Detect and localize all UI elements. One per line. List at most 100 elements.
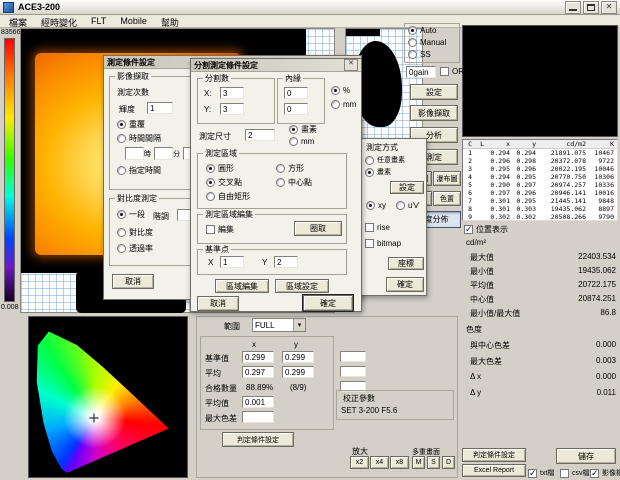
minute-field[interactable] xyxy=(154,147,173,160)
menu-help[interactable]: 幫助 xyxy=(154,15,186,27)
radio-transmittance[interactable]: 透過率 xyxy=(117,243,153,254)
radio-circle[interactable]: 圓形 xyxy=(206,163,234,174)
multi-d-button[interactable]: D xyxy=(442,456,455,469)
close-icon[interactable] xyxy=(344,59,358,71)
radio-mm-unit[interactable]: mm xyxy=(289,137,314,146)
zoom-x8-button[interactable]: x8 xyxy=(390,456,409,469)
radio-icon xyxy=(206,192,215,201)
menu-mobile[interactable]: Mobile xyxy=(113,15,154,27)
radio-specified-time[interactable]: 指定時間 xyxy=(117,165,161,176)
aux-field-1[interactable] xyxy=(340,351,366,362)
stat-value: 0.000 xyxy=(596,372,616,381)
measure-cancel-button[interactable]: 取消 xyxy=(112,274,154,289)
secondary-image-view[interactable] xyxy=(462,25,618,137)
judge-condition-button-2[interactable]: 判定條件設定 xyxy=(222,432,294,447)
menu-flt[interactable]: FLT xyxy=(84,15,113,27)
pick-button[interactable]: 圈取 xyxy=(294,221,342,236)
waterfall-button[interactable]: 瀑布圖 xyxy=(433,171,461,186)
maximize-icon[interactable] xyxy=(583,1,599,14)
radio-pixel[interactable]: 畫素 xyxy=(365,167,391,177)
radio-uv[interactable]: u'v' xyxy=(396,201,420,210)
stat-label: 平均值 xyxy=(470,280,494,291)
position-display-checkbox[interactable]: 位置表示 xyxy=(464,224,508,235)
y-division-field[interactable]: 3 xyxy=(220,103,244,115)
luminance-count-field[interactable]: 1 xyxy=(147,102,173,114)
radio-ss-label: SS xyxy=(420,50,431,59)
excel-report-button[interactable]: Excel Report xyxy=(462,464,526,477)
radio-interval[interactable]: 時間間隔 xyxy=(117,133,161,144)
y-inner-field[interactable]: 0 xyxy=(284,103,308,115)
image-file-checkbox[interactable]: 影像檔 xyxy=(590,468,620,478)
capture-button[interactable]: 影像擷取 xyxy=(410,105,458,121)
reference-y-field[interactable]: 0.299 xyxy=(282,351,314,363)
zoom-x2-button[interactable]: x2 xyxy=(350,456,369,469)
csv-file-checkbox[interactable]: csv檔 xyxy=(560,468,590,478)
aux-field-2[interactable] xyxy=(340,366,366,377)
base-x-field[interactable]: 1 xyxy=(220,256,244,268)
close-icon[interactable] xyxy=(601,1,617,14)
measure-size-field[interactable]: 2 xyxy=(245,129,275,141)
hour-field[interactable] xyxy=(125,147,144,160)
zoom-x4-button[interactable]: x4 xyxy=(370,456,389,469)
judge-condition-button[interactable]: 判定條件設定 xyxy=(462,448,526,462)
multi-s-button[interactable]: S xyxy=(427,456,440,469)
save-button[interactable]: 儲存 xyxy=(556,448,616,464)
split-ok-button[interactable]: 確定 xyxy=(303,295,353,311)
dialog-title-bar[interactable]: 分割測定條件設定 xyxy=(191,59,361,72)
chevron-down-icon[interactable] xyxy=(293,319,305,331)
menu-file[interactable]: 檔案 xyxy=(2,15,34,27)
txt-file-checkbox[interactable]: txt檔 xyxy=(528,468,554,478)
radio-contrast[interactable]: 對比度 xyxy=(117,227,153,238)
range-select[interactable]: FULL xyxy=(252,318,306,332)
set-button[interactable]: 設定 xyxy=(410,84,458,100)
chroma-section-title: 色度 xyxy=(466,324,482,335)
method-title: 測定方式 xyxy=(366,142,398,153)
multi-m-button[interactable]: M xyxy=(412,456,425,469)
cie-diagram[interactable] xyxy=(28,316,188,478)
base-y-field[interactable]: 2 xyxy=(274,256,298,268)
radio-any-pixel[interactable]: 任意畫素 xyxy=(365,155,405,165)
area-set-button[interactable]: 區域設定 xyxy=(275,279,329,293)
radio-auto[interactable]: Auto xyxy=(408,26,436,35)
method-ok-button[interactable]: 確定 xyxy=(386,277,424,292)
area-edit-button[interactable]: 區域編集 xyxy=(215,279,269,293)
radio-center-point[interactable]: 中心點 xyxy=(276,177,312,188)
stat-value: 0.000 xyxy=(596,340,616,351)
radio-overlap[interactable]: 重覆 xyxy=(117,119,145,130)
radio-one-step[interactable]: 一段 xyxy=(117,209,145,220)
radio-free-rect[interactable]: 自由矩形 xyxy=(206,191,250,202)
minimize-icon[interactable] xyxy=(565,1,581,14)
x-inner-field[interactable]: 0 xyxy=(284,87,308,99)
gain-field[interactable]: 0gain xyxy=(406,66,436,78)
any-pixel-label: 任意畫素 xyxy=(377,155,405,165)
radio-ss[interactable]: SS xyxy=(408,50,431,59)
radio-square[interactable]: 方形 xyxy=(276,163,304,174)
measure-table[interactable]: CLxycd/m2K10.2940.29421891.0751046720.29… xyxy=(462,139,618,221)
radio-percent[interactable]: % xyxy=(331,86,350,95)
split-cancel-button[interactable]: 取消 xyxy=(197,296,239,311)
method-set-button[interactable]: 設定 xyxy=(390,181,424,194)
or-checkbox[interactable]: OR xyxy=(440,67,464,76)
table-header-row: CLxycd/m2K xyxy=(463,140,617,149)
rise-checkbox[interactable]: rise xyxy=(365,223,390,232)
table-cell: 9 xyxy=(463,213,475,221)
radio-icon xyxy=(276,164,285,173)
radio-cross-point[interactable]: 交叉點 xyxy=(206,177,242,188)
base-x-label: X xyxy=(208,258,213,267)
radio-mm[interactable]: mm xyxy=(331,100,356,109)
position-display-label: 位置表示 xyxy=(476,224,508,235)
radio-manual[interactable]: Manual xyxy=(408,38,446,47)
x-division-field[interactable]: 3 xyxy=(220,87,244,99)
menu-trend[interactable]: 經時變化 xyxy=(34,15,84,27)
radio-pixel-unit[interactable]: 畫素 xyxy=(289,124,317,135)
bitmap-checkbox[interactable]: bitmap xyxy=(365,239,401,248)
radio-icon xyxy=(276,178,285,187)
reference-x-field[interactable]: 0.299 xyxy=(242,351,274,363)
coordinate-button[interactable]: 座標 xyxy=(388,257,424,270)
area-edit-group-label: 測定區域編集 xyxy=(203,209,255,220)
mm-unit-label: mm xyxy=(301,137,314,146)
radio-xy[interactable]: xy xyxy=(366,201,386,210)
color-position-button[interactable]: 色置 xyxy=(433,191,461,206)
max-color-diff-label: 最大色差 xyxy=(205,413,237,424)
edit-checkbox[interactable]: 編集 xyxy=(206,224,234,235)
